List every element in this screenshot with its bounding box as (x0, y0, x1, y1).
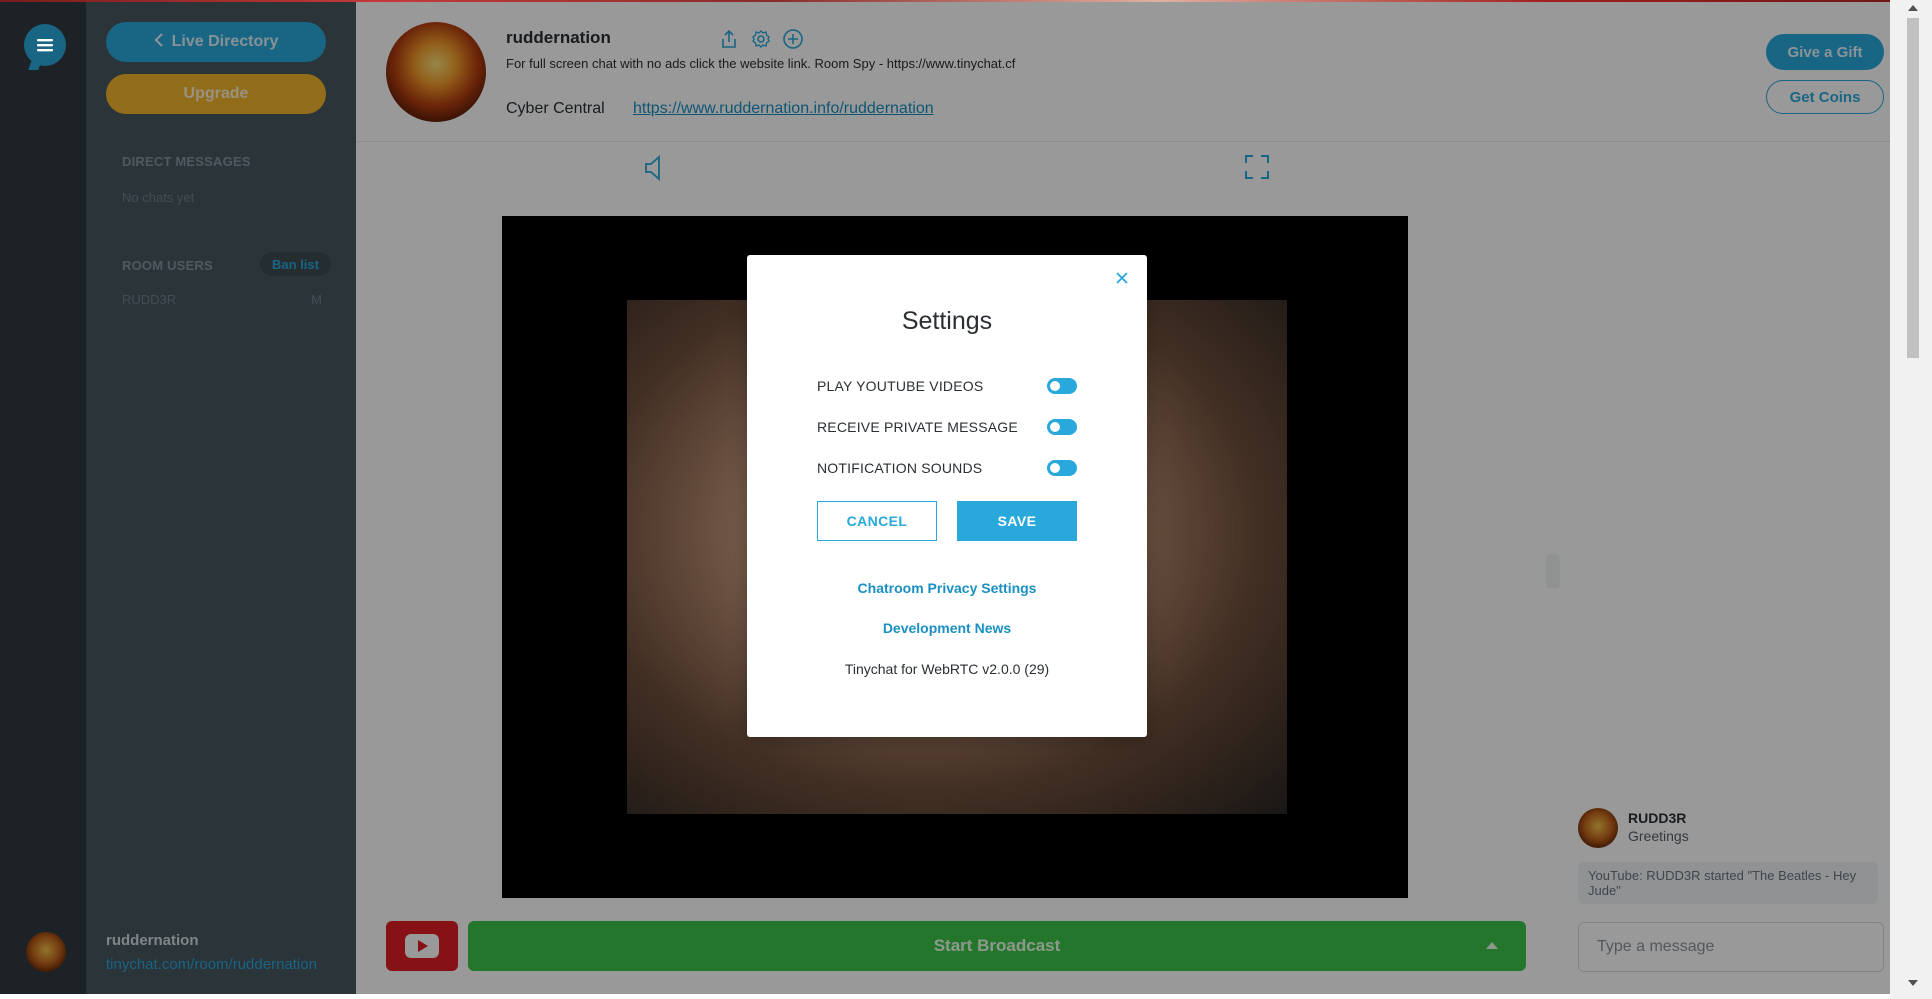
setting-notification-sounds: NOTIFICATION SOUNDS (817, 458, 1077, 478)
save-button[interactable]: SAVE (957, 501, 1077, 541)
scrollbar[interactable] (1890, 0, 1932, 999)
cancel-button[interactable]: CANCEL (817, 501, 937, 541)
modal-title: Settings (901, 307, 993, 335)
setting-play-youtube: PLAY YOUTUBE VIDEOS (817, 376, 1077, 396)
setting-private-message: RECEIVE PRIVATE MESSAGE (817, 417, 1077, 437)
setting-label: NOTIFICATION SOUNDS (817, 460, 983, 476)
version-text: Tinychat for WebRTC v2.0.0 (29) (844, 661, 1050, 677)
privacy-settings-link[interactable]: Chatroom Privacy Settings (747, 580, 1147, 596)
close-icon[interactable] (1111, 267, 1133, 289)
play-youtube-toggle[interactable] (1047, 378, 1077, 394)
settings-modal: Settings PLAY YOUTUBE VIDEOS RECEIVE PRI… (747, 255, 1147, 737)
private-message-toggle[interactable] (1047, 419, 1077, 435)
scroll-down-arrow-icon[interactable] (1908, 980, 1918, 986)
setting-label: RECEIVE PRIVATE MESSAGE (817, 419, 1018, 435)
scroll-thumb[interactable] (1907, 18, 1919, 358)
development-news-link[interactable]: Development News (747, 620, 1147, 636)
setting-label: PLAY YOUTUBE VIDEOS (817, 378, 984, 394)
scroll-up-arrow-icon[interactable] (1908, 5, 1918, 11)
notification-sounds-toggle[interactable] (1047, 460, 1077, 476)
